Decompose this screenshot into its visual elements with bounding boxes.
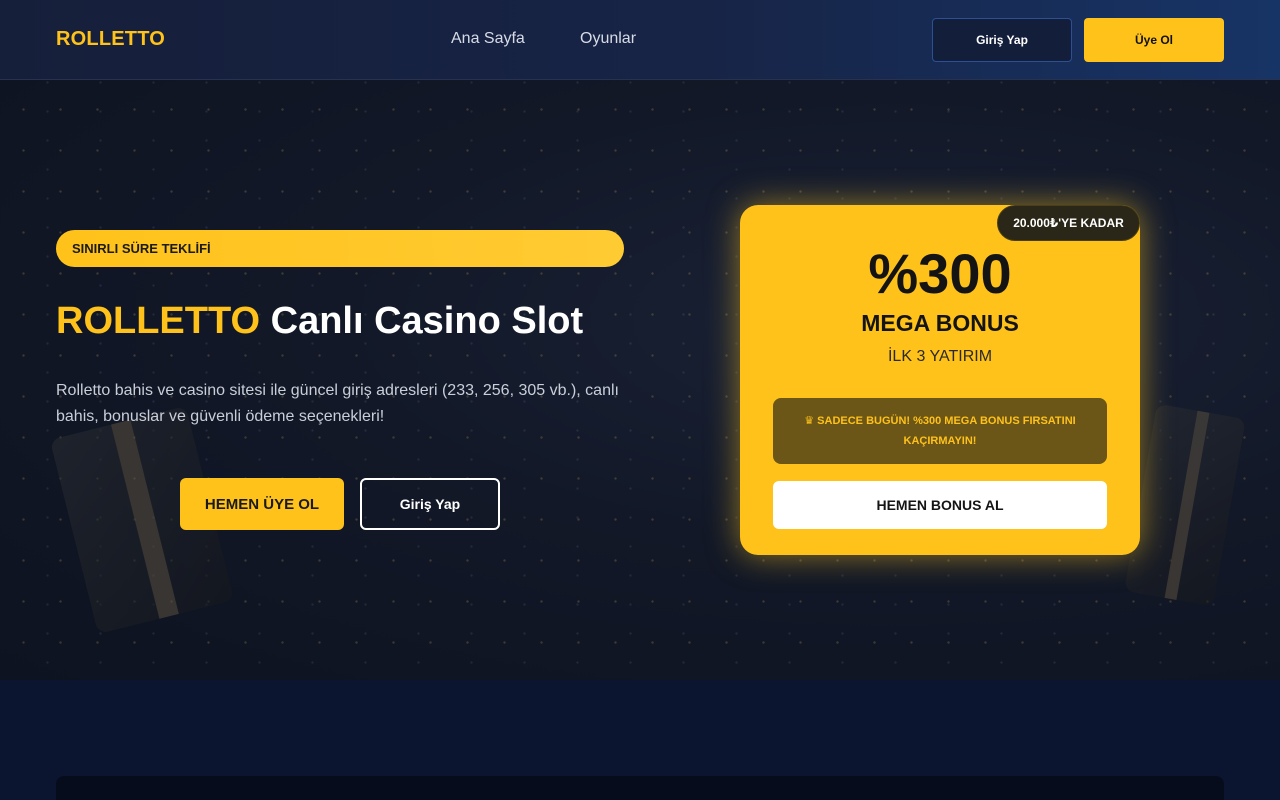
bonus-card: 20.000₺'YE KADAR %300 MEGA BONUS İLK 3 Y…	[740, 205, 1140, 555]
bonus-title: MEGA BONUS	[861, 310, 1019, 336]
hero-title: ROLLETTO Canlı Casino Slot	[56, 300, 583, 343]
header-login-button[interactable]: Giriş Yap	[932, 18, 1072, 62]
hero-description: Rolletto bahis ve casino sitesi ile günc…	[56, 382, 619, 425]
crown-icon: ♛	[804, 415, 815, 427]
get-bonus-button[interactable]: HEMEN BONUS AL	[773, 481, 1107, 529]
bonus-percent: %300	[868, 242, 1012, 305]
hero-title-brand: ROLLETTO	[56, 300, 261, 342]
header-register-button[interactable]: Üye Ol	[1084, 18, 1224, 62]
nav-link-games[interactable]: Oyunlar	[580, 30, 636, 48]
site-logo[interactable]: ROLLETTO	[56, 28, 165, 51]
bonus-amount-tag: 20.000₺'YE KADAR	[997, 205, 1140, 241]
bonus-alert: ♛ SADECE BUGÜN! %300 MEGA BONUS FIRSATINI…	[773, 398, 1107, 464]
hero-login-button[interactable]: Giriş Yap	[360, 478, 500, 530]
bonus-alert-text: SADECE BUGÜN! %300 MEGA BONUS FIRSATINI …	[817, 415, 1076, 447]
hero-section: SINIRLI SÜRE TEKLİFİ ROLLETTO Canlı Casi…	[0, 80, 1280, 680]
content-panel	[56, 776, 1224, 800]
top-header: ROLLETTO Ana Sayfa Oyunlar Giriş Yap Üye…	[0, 0, 1280, 80]
hero-title-rest: Canlı Casino Slot	[270, 300, 584, 342]
limited-offer-badge: SINIRLI SÜRE TEKLİFİ	[56, 230, 624, 267]
nav-link-home[interactable]: Ana Sayfa	[451, 30, 525, 48]
lower-section	[0, 680, 1280, 800]
signup-now-button[interactable]: HEMEN ÜYE OL	[180, 478, 344, 530]
bonus-subtitle: İLK 3 YATIRIM	[887, 348, 993, 365]
